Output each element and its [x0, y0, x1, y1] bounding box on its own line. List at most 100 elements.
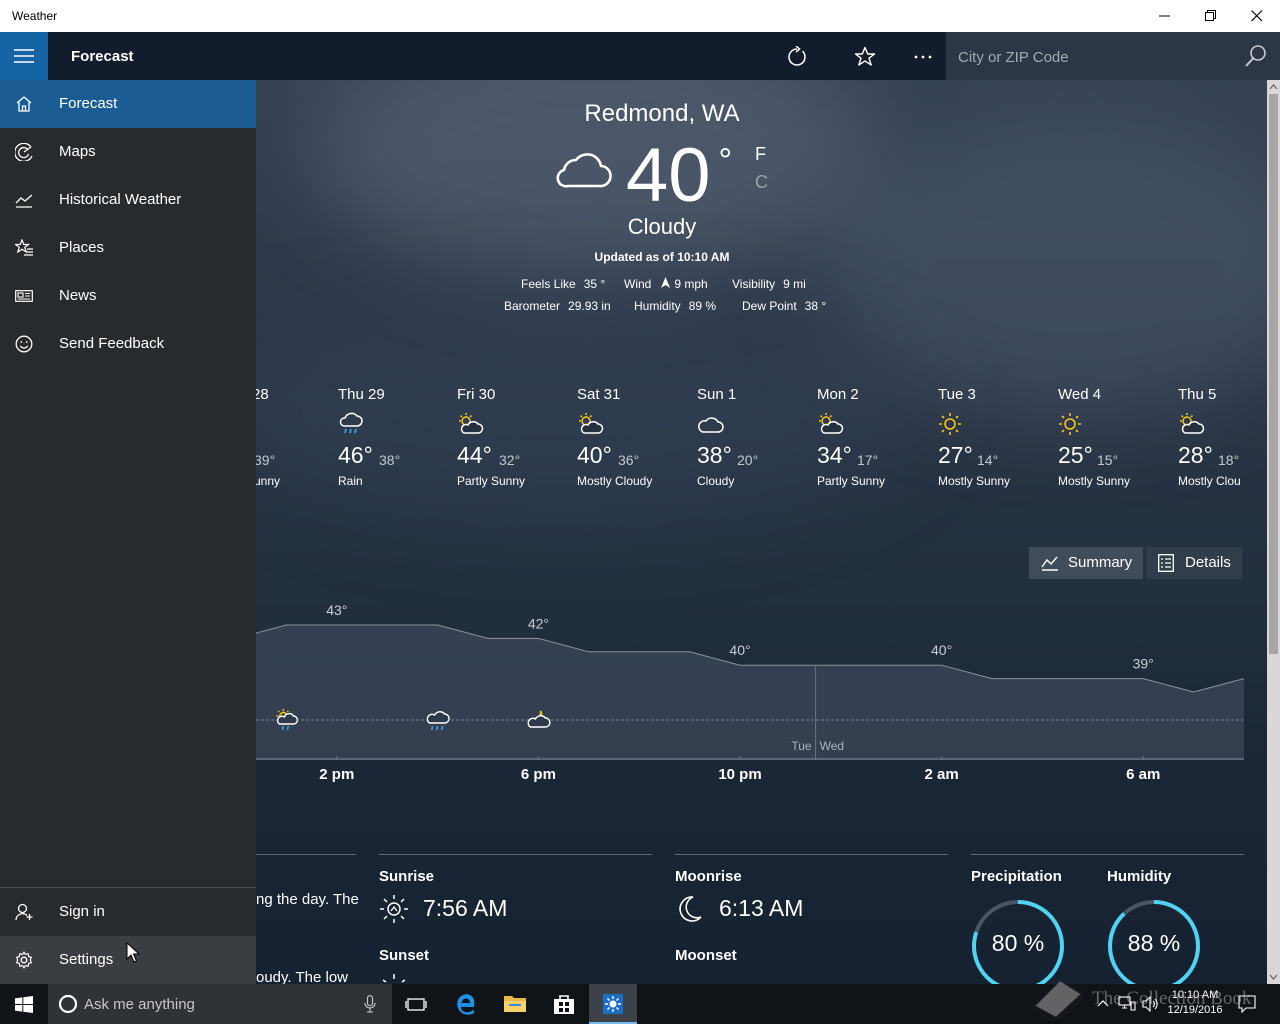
hamburger-button[interactable]	[0, 32, 48, 80]
chevron-up-icon[interactable]	[1097, 997, 1109, 1011]
details-toggle-button[interactable]: Details	[1146, 547, 1242, 579]
notifications-icon[interactable]	[1238, 995, 1256, 1013]
day-high: 25°	[1058, 442, 1093, 468]
store-button[interactable]	[540, 984, 588, 1024]
weather-app-button[interactable]	[589, 984, 637, 1024]
volume-icon[interactable]	[1142, 996, 1160, 1012]
hourly-temperature-chart[interactable]: Tue Wed 43° 42° 40° 40° 39° 2 pm 6 pm 10 pm 2 am 6 …	[256, 600, 1256, 790]
summary-toggle-button[interactable]: Summary	[1029, 547, 1143, 579]
day-low: 18°	[1218, 452, 1240, 468]
details-label: Details	[1185, 554, 1231, 571]
refresh-button[interactable]	[774, 32, 818, 80]
day-name: Fri 30	[457, 386, 496, 403]
stat-value: 89 %	[688, 299, 717, 313]
stat-label: Visibility	[732, 277, 776, 291]
nav-item-forecast[interactable]: Forecast	[0, 80, 256, 128]
forecast-text: oudy. The low	[256, 969, 348, 984]
nav-item-historical-weather[interactable]: Historical Weather	[0, 176, 256, 224]
day-low: 20°	[737, 452, 759, 468]
vertical-scrollbar[interactable]	[1267, 80, 1280, 984]
daily-forecast-day[interactable]: Thu 5 28° 18° Mostly Clou	[1178, 386, 1244, 506]
radar-icon	[15, 143, 33, 161]
x-tick-label: 6 pm	[521, 766, 556, 783]
nav-item-news[interactable]: News	[0, 272, 256, 320]
start-button[interactable]	[0, 984, 48, 1024]
stat-value: 9 mi	[783, 277, 806, 291]
more-button[interactable]	[900, 32, 944, 80]
day-low: 39°	[256, 452, 276, 468]
day-name: Sat 31	[577, 386, 621, 403]
line-chart-icon	[1041, 556, 1058, 571]
person-icon	[15, 903, 33, 921]
day-low: 17°	[857, 452, 879, 468]
day-name: Tue 3	[938, 386, 976, 403]
network-icon[interactable]	[1118, 996, 1136, 1012]
nav-item-maps[interactable]: Maps	[0, 128, 256, 176]
section-divider	[971, 854, 1244, 855]
day-condition: Mostly Cloudy	[577, 474, 653, 488]
search-button[interactable]	[1244, 44, 1270, 70]
nav-item-places[interactable]: Places	[0, 224, 256, 272]
day-name: Thu 29	[338, 386, 385, 403]
partly-sunny-icon	[1180, 413, 1205, 434]
nav-item-sign-in[interactable]: Sign in	[0, 888, 256, 936]
section-divider	[379, 854, 652, 855]
day-low: 36°	[618, 452, 640, 468]
stat-dew-point: Dew Point 38 °	[742, 299, 826, 313]
day-low: 15°	[1097, 452, 1119, 468]
scroll-up-arrow[interactable]	[1267, 80, 1280, 94]
minimize-button[interactable]	[1142, 0, 1188, 32]
stat-value: 35 °	[583, 277, 606, 291]
restore-button[interactable]	[1188, 0, 1234, 32]
weather-sun-icon	[603, 994, 623, 1014]
day-name: Sun 1	[697, 386, 737, 403]
microphone-icon[interactable]	[364, 995, 376, 1013]
taskbar-clock[interactable]: 10:10 AM 12/19/2016	[1160, 988, 1230, 1018]
cortana-search-box	[48, 984, 392, 1024]
file-explorer-button[interactable]	[491, 984, 539, 1024]
nav-item-label: Maps	[59, 143, 96, 160]
sunset-icon	[382, 974, 406, 983]
home-icon	[16, 96, 32, 112]
favorite-button[interactable]	[842, 32, 886, 80]
stat-label: Barometer	[504, 299, 561, 313]
section-divider	[675, 854, 948, 855]
news-icon	[15, 290, 33, 302]
star-icon	[854, 46, 876, 66]
precipitation-label: Precipitation	[971, 868, 1062, 885]
temperature-point-label: 42°	[528, 615, 549, 631]
day-name: Thu 5	[1178, 386, 1217, 403]
navigation-pane: Forecast Maps Historical Weather Places …	[0, 80, 256, 984]
minimize-icon	[1159, 15, 1170, 17]
temperature-point-label: 40°	[931, 642, 952, 658]
edge-icon	[457, 994, 475, 1015]
cloud-icon	[554, 146, 612, 192]
cortana-input[interactable]	[84, 995, 344, 1013]
stat-feels-like: Feels Like 35 °	[521, 277, 605, 291]
scrollbar-thumb[interactable]	[1269, 94, 1278, 654]
current-condition: Cloudy	[627, 214, 697, 239]
day-name: 28	[256, 386, 269, 403]
unit-celsius[interactable]: C	[755, 172, 768, 193]
section-divider	[256, 854, 356, 855]
nav-item-send-feedback[interactable]: Send Feedback	[0, 320, 256, 368]
stat-value: 9 mph	[674, 277, 708, 291]
x-tick-label: 2 pm	[319, 766, 354, 783]
task-view-button[interactable]	[392, 984, 440, 1024]
mouse-cursor-icon	[126, 942, 140, 963]
smiley-icon	[15, 335, 33, 353]
gear-icon	[16, 951, 32, 969]
moonrise-label: Moonrise	[675, 868, 742, 885]
nav-item-label: Sign in	[59, 903, 105, 920]
unit-fahrenheit[interactable]: F	[755, 144, 766, 165]
windows-logo-icon	[15, 996, 33, 1013]
scroll-down-arrow[interactable]	[1267, 970, 1280, 984]
close-button[interactable]	[1234, 0, 1280, 32]
taskbar: 10:10 AM 12/19/2016	[0, 984, 1280, 1024]
day-high: 27°	[938, 442, 973, 468]
edge-browser-button[interactable]	[442, 984, 490, 1024]
close-icon	[1251, 10, 1263, 22]
search-icon	[1245, 45, 1266, 67]
search-input[interactable]	[958, 46, 1228, 68]
sunrise-time: 7:56 AM	[423, 895, 508, 921]
